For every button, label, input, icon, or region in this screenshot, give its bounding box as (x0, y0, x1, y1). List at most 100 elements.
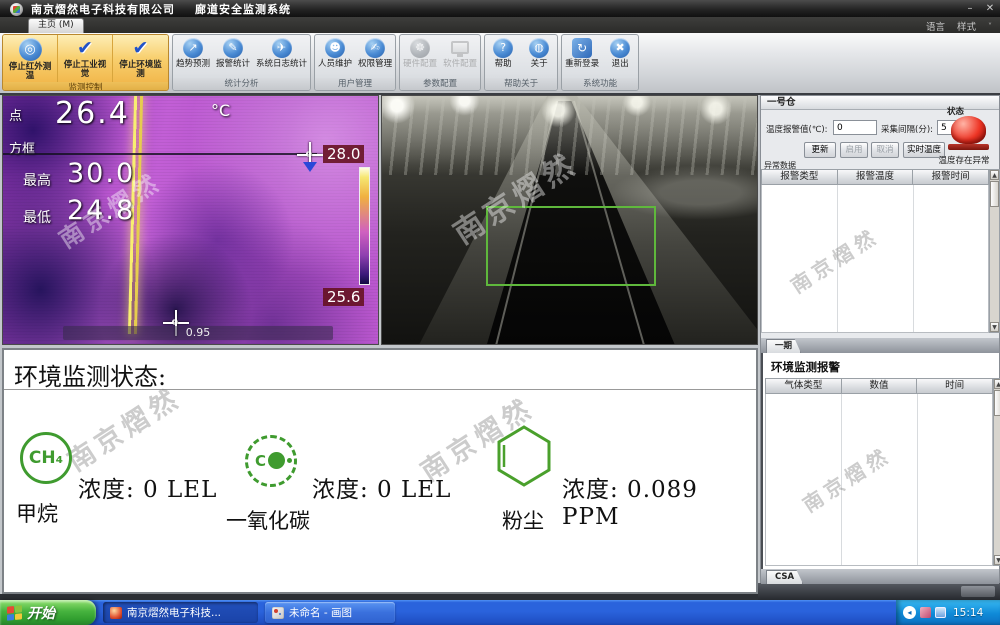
ribbon-group-caption: 监测控制 (3, 82, 168, 91)
stop-env-button[interactable]: ✔ 停止环境监测 (113, 35, 168, 82)
start-label: 开始 (27, 603, 55, 623)
start-button[interactable]: 开始 (0, 600, 96, 625)
stop-ir-button[interactable]: ◎ 停止红外测温 (3, 35, 58, 82)
ribbon-group-caption: 统计分析 (173, 78, 310, 90)
tab-phase-one[interactable]: 一期 (766, 339, 801, 353)
tray-app-icon[interactable] (920, 607, 931, 618)
scroll-up-icon[interactable]: ▲ (990, 170, 999, 180)
relogin-label: 重新登录 (565, 60, 599, 69)
taskbar-task-app[interactable]: 南京熠然电子科技... (103, 602, 258, 623)
ribbon-group-user-mgmt: ☻ 人员维护 ✍ 权限管理 用户管理 (314, 34, 396, 91)
tab-csa[interactable]: CSA (766, 570, 803, 584)
checkmark-icon: ✔ (77, 38, 93, 59)
question-icon: ? (493, 38, 513, 58)
column-header[interactable]: 时间 (917, 378, 993, 394)
dust-icon (495, 424, 553, 488)
column-header[interactable]: 数值 (842, 378, 918, 394)
column-header[interactable]: 报警温度 (838, 169, 914, 185)
ribbon-buttons: ? 帮助 ◍ 关于 (485, 35, 557, 78)
clock: 15:14 (953, 607, 983, 619)
about-button[interactable]: ◍ 关于 (521, 35, 557, 78)
measure-line (3, 153, 317, 155)
scroll-down-icon[interactable]: ▼ (990, 322, 999, 332)
scroll-thumb[interactable] (990, 181, 999, 207)
exit-button[interactable]: ✖ 退出 (602, 35, 638, 78)
scroll-up-icon[interactable]: ▲ (994, 379, 1000, 389)
right-panel: 一号仓 状态 温度报警值(℃): 采集间隔(分): 更新 启用 取消 实时温度 … (760, 95, 1000, 583)
env-alarm-section: 环境监测报警 气体类型 数值 时间 南京熠然 ▲ ▼ (761, 353, 999, 569)
detection-box (486, 206, 656, 286)
panel-splitter: 一期 (761, 338, 999, 353)
monitor-icon (451, 41, 469, 54)
min-temperature: 24.8 (67, 195, 135, 226)
column-header[interactable]: 报警类型 (761, 169, 838, 185)
gas-name: 一氧化碳 (226, 505, 310, 535)
trend-label: 趋势预测 (176, 60, 210, 69)
log-stats-label: 系统日志统计 (256, 60, 307, 69)
cancel-button[interactable]: 取消 (871, 142, 899, 158)
update-button[interactable]: 更新 (804, 142, 836, 158)
column-header[interactable]: 报警时间 (913, 169, 989, 185)
ribbon-buttons: ◎ 停止红外测温 ✔ 停止工业视觉 ✔ 停止环境监测 (3, 35, 168, 82)
table-column-divider (913, 185, 914, 332)
min-label: 最低 (23, 207, 51, 227)
alarm-table-header: 报警类型 报警温度 报警时间 (761, 169, 989, 185)
env-alarm-table-body[interactable]: 南京熠然 (765, 394, 993, 566)
watermark: 南京熠然 (796, 439, 896, 518)
scrollbar[interactable]: ▲ ▼ (993, 378, 1000, 566)
ribbon-buttons: ↗ 趋势预测 ✎ 报警统计 ✈ 系统日志统计 (173, 35, 310, 78)
sw-config-label: 软件配置 (443, 60, 477, 69)
scrollbar[interactable]: ▲ ▼ (989, 169, 1000, 333)
trend-forecast-button[interactable]: ↗ 趋势预测 (173, 35, 213, 78)
scroll-down-icon[interactable]: ▼ (994, 555, 1000, 565)
alarm-stats-button[interactable]: ✎ 报警统计 (213, 35, 253, 78)
industrial-camera-view[interactable]: 南京熠然 (381, 95, 758, 345)
alarm-table-body[interactable]: 南京熠然 (761, 185, 989, 333)
hw-config-button[interactable]: ☸ 硬件配置 (400, 35, 440, 78)
relogin-button[interactable]: ↻ 重新登录 (562, 35, 602, 78)
minimize-button[interactable]: – (960, 0, 980, 17)
carbon-monoxide-icon: C (245, 435, 297, 487)
gear-icon: ☸ (410, 38, 430, 58)
ribbon-group-caption: 用户管理 (315, 78, 395, 90)
scale-min-value: 25.6 (323, 288, 364, 306)
permission-button[interactable]: ✍ 权限管理 (355, 35, 395, 78)
ribbon-group-caption: 帮助关于 (485, 78, 557, 90)
close-button[interactable]: ✕ (980, 0, 1000, 17)
enable-button[interactable]: 启用 (840, 142, 868, 158)
crosshair-dot (306, 151, 312, 157)
stop-vision-button[interactable]: ✔ 停止工业视觉 (58, 35, 113, 82)
personnel-button[interactable]: ☻ 人员维护 (315, 35, 355, 78)
methane-icon: CH₄ (20, 432, 72, 484)
personnel-label: 人员维护 (318, 60, 352, 69)
temperature-scale-bar (359, 167, 370, 285)
menu-style[interactable]: 样式 (957, 19, 976, 33)
sw-config-button[interactable]: 软件配置 (440, 35, 480, 78)
ribbon-group-caption: 系统功能 (562, 78, 638, 90)
tray-network-icon[interactable] (935, 607, 946, 618)
ribbon-group-caption: 参数配置 (400, 78, 480, 90)
window-title-company: 南京熠然电子科技有限公司 (31, 1, 175, 17)
log-stats-button[interactable]: ✈ 系统日志统计 (253, 35, 310, 78)
column-header[interactable]: 气体类型 (765, 378, 842, 394)
pencil-icon: ✎ (223, 38, 243, 58)
edit-doc-icon: ✍ (365, 38, 385, 58)
point-temperature: 26.4 (55, 96, 130, 131)
scroll-thumb[interactable] (994, 390, 1000, 416)
menu-language[interactable]: 语言 (926, 19, 945, 33)
taskbar-task-paint[interactable]: 未命名 - 画图 (265, 602, 395, 623)
tray-chevron-icon[interactable]: ◂ (903, 606, 916, 619)
max-temperature: 30.0 (67, 158, 135, 189)
relogin-icon: ↻ (572, 38, 592, 58)
stop-ir-icon: ◎ (19, 38, 42, 61)
env-status-panel: 环境监测状态: 南京熠然 南京熠然 CH₄ 甲烷 浓度: 0 LEL C 一氧化… (2, 348, 758, 594)
trend-icon: ↗ (183, 38, 203, 58)
tab-home[interactable]: 主页 (M) (28, 18, 84, 33)
log-icon: ✈ (272, 38, 292, 58)
thermal-camera-view[interactable]: 点 26.4 °C 方框 最高 30.0 最低 24.8 28.0 25.6 0… (2, 95, 379, 345)
exit-label: 退出 (612, 60, 629, 69)
ribbon-group-monitor-control: ◎ 停止红外测温 ✔ 停止工业视觉 ✔ 停止环境监测 监测控制 (2, 34, 169, 91)
temp-alarm-input[interactable] (833, 120, 877, 135)
window-title-app: 廊道安全监测系统 (195, 1, 291, 17)
help-button[interactable]: ? 帮助 (485, 35, 521, 78)
